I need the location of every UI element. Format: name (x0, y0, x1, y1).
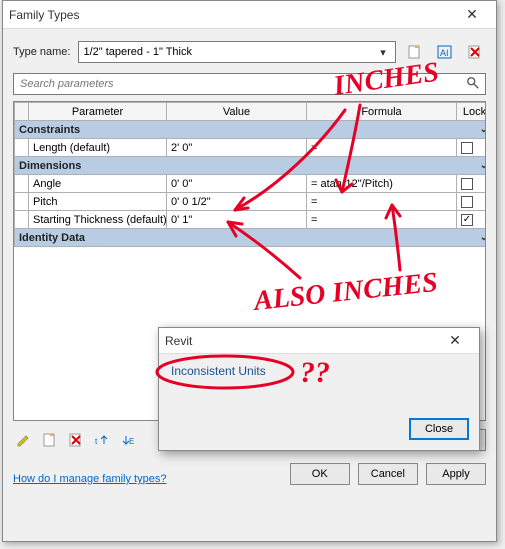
param-name[interactable]: Starting Thickness (default) (29, 211, 167, 229)
table-row: Pitch 0' 0 1/2" = (15, 193, 487, 211)
param-name[interactable]: Pitch (29, 193, 167, 211)
type-name-value: 1/2" tapered - 1" Thick (83, 46, 375, 58)
rename-type-button[interactable]: AI (434, 41, 456, 63)
param-formula[interactable]: = atan(12"/Pitch) (307, 175, 457, 193)
help-link[interactable]: How do I manage family types? (13, 473, 166, 485)
param-formula[interactable]: = (307, 193, 457, 211)
search-box[interactable] (13, 73, 486, 95)
window-title: Family Types (9, 8, 454, 22)
group-identity-data[interactable]: Identity Data⌄ (15, 229, 487, 247)
type-name-label: Type name: (13, 46, 70, 58)
svg-text:AI: AI (440, 48, 449, 58)
dialog-body: Type name: 1/2" tapered - 1" Thick ▾ AI (3, 29, 496, 541)
header-blank (15, 103, 29, 121)
lock-checkbox[interactable] (461, 196, 473, 208)
table-row: Starting Thickness (default) 0' 1" = (15, 211, 487, 229)
titlebar: Family Types ✕ (3, 1, 496, 29)
param-name[interactable]: Length (default) (29, 139, 167, 157)
lock-checkbox[interactable] (461, 214, 473, 226)
move-up-icon[interactable]: t (91, 429, 113, 451)
param-value[interactable]: 0' 1" (167, 211, 307, 229)
param-formula[interactable]: = (307, 139, 457, 157)
close-icon[interactable]: ✕ (437, 329, 473, 353)
new-parameter-icon[interactable] (39, 429, 61, 451)
header-lock[interactable]: Lock (457, 103, 487, 121)
chevron-down-icon: ▾ (375, 46, 391, 59)
error-message: Inconsistent Units (159, 354, 479, 412)
svg-text:t: t (95, 437, 98, 446)
group-dimensions[interactable]: Dimensions⌄ (15, 157, 487, 175)
error-title: Revit (165, 334, 437, 348)
type-name-combo[interactable]: 1/2" tapered - 1" Thick ▾ (78, 41, 396, 63)
move-down-icon[interactable]: E (117, 429, 139, 451)
table-row: Length (default) 2' 0" = (15, 139, 487, 157)
search-input[interactable] (18, 77, 465, 91)
header-value[interactable]: Value (167, 103, 307, 121)
table-row: Angle 0' 0" = atan(12"/Pitch) (15, 175, 487, 193)
family-types-dialog: Family Types ✕ Type name: 1/2" tapered -… (2, 0, 497, 542)
lock-checkbox[interactable] (461, 142, 473, 154)
param-name[interactable]: Angle (29, 175, 167, 193)
ok-button[interactable]: OK (290, 463, 350, 485)
close-icon[interactable]: ✕ (454, 3, 490, 27)
grid-header-row: Parameter Value Formula Lock (15, 103, 487, 121)
param-value[interactable]: 0' 0 1/2" (167, 193, 307, 211)
param-formula[interactable]: = (307, 211, 457, 229)
delete-type-button[interactable] (464, 41, 486, 63)
param-value[interactable]: 2' 0" (167, 139, 307, 157)
lock-checkbox[interactable] (461, 178, 473, 190)
new-type-button[interactable] (404, 41, 426, 63)
error-dialog: Revit ✕ Inconsistent Units Close (158, 327, 480, 451)
svg-text:E: E (129, 437, 134, 446)
search-icon (465, 76, 481, 93)
apply-button[interactable]: Apply (426, 463, 486, 485)
group-constraints[interactable]: Constraints⌄ (15, 121, 487, 139)
close-button[interactable]: Close (409, 418, 469, 440)
param-value[interactable]: 0' 0" (167, 175, 307, 193)
cancel-button[interactable]: Cancel (358, 463, 418, 485)
edit-parameter-icon[interactable] (13, 429, 35, 451)
delete-parameter-icon[interactable] (65, 429, 87, 451)
header-formula[interactable]: Formula (307, 103, 457, 121)
header-parameter[interactable]: Parameter (29, 103, 167, 121)
